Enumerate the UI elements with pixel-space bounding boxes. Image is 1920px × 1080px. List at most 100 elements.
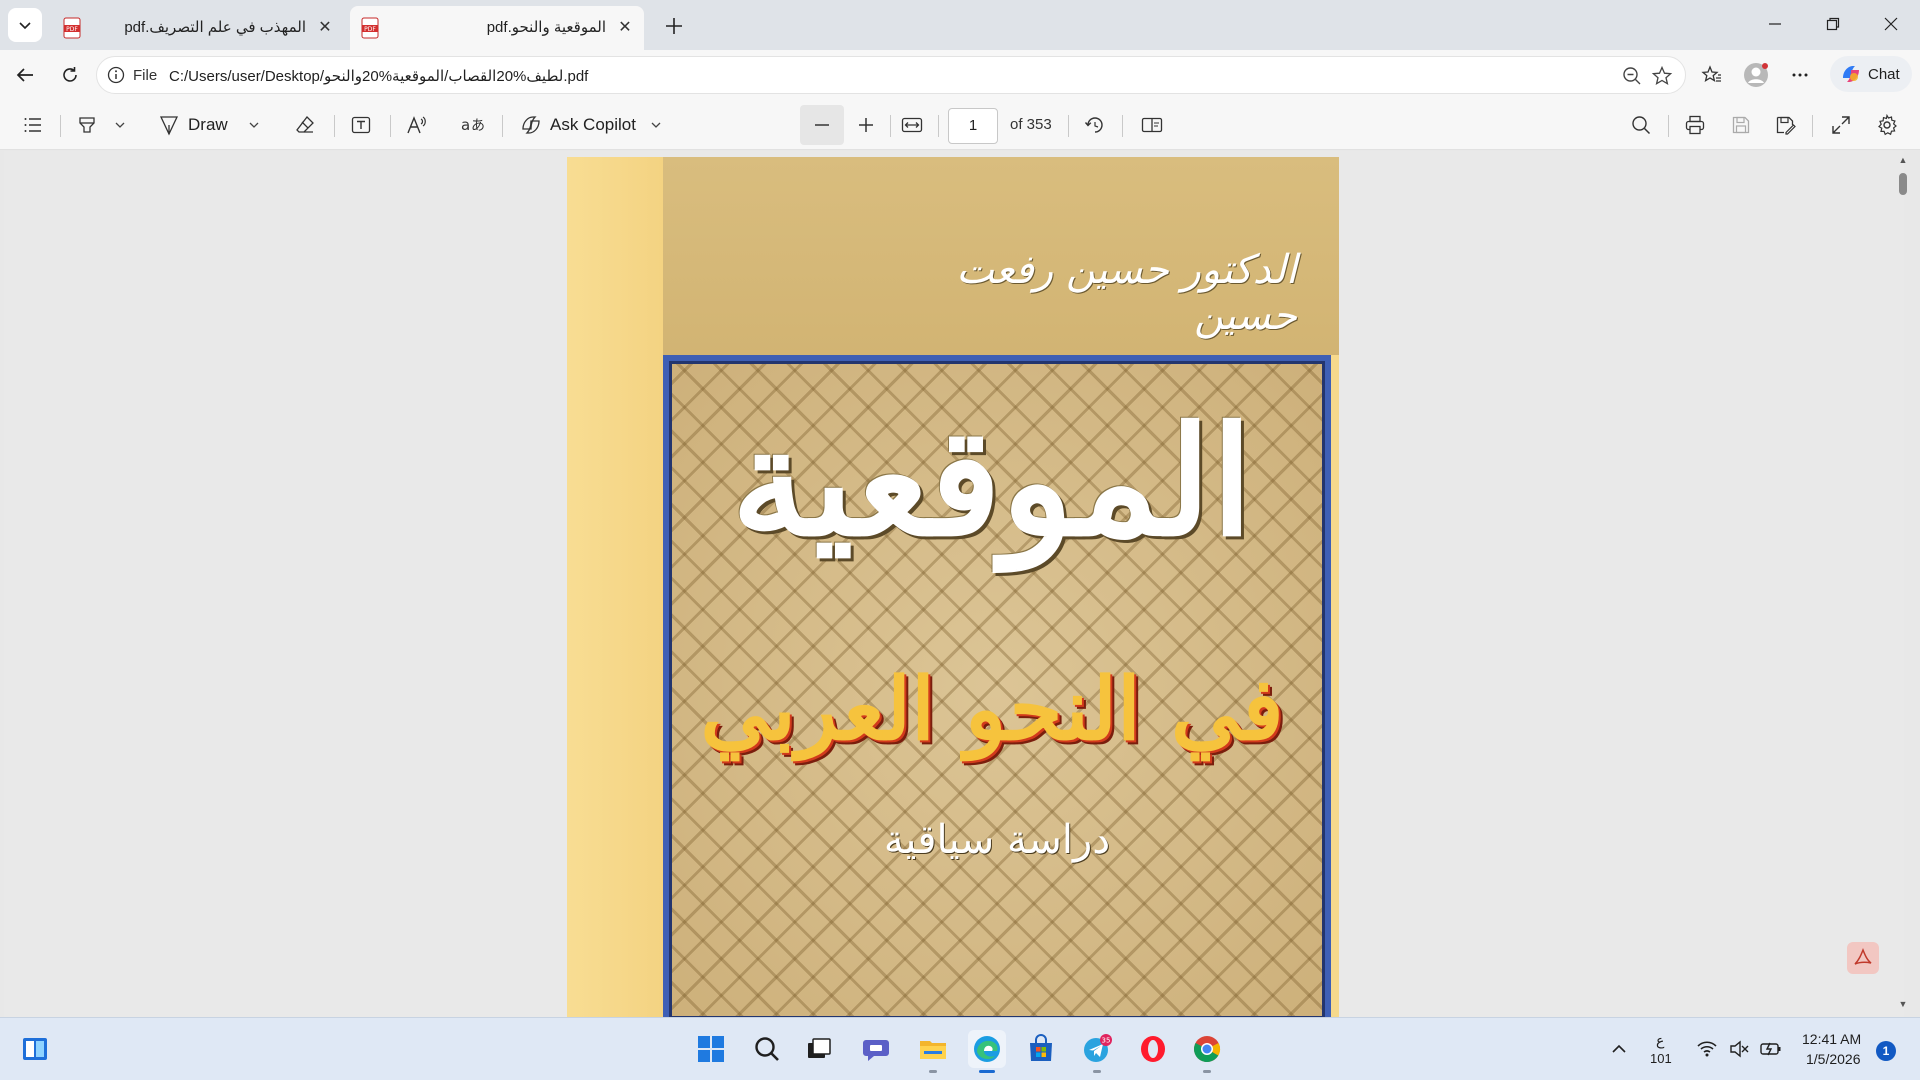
fullscreen-button[interactable] bbox=[1830, 111, 1852, 139]
toolbar-divider bbox=[1068, 115, 1069, 137]
pdf-viewer[interactable]: الدكتور حسين رفعت حسين الموقعية في النحو… bbox=[4, 151, 1904, 1017]
settings-button[interactable] bbox=[1876, 111, 1898, 139]
contents-button[interactable] bbox=[22, 111, 44, 139]
tab-title: الموقعية والنحو.pdf bbox=[486, 19, 606, 36]
notification-badge[interactable]: 1 bbox=[1876, 1041, 1896, 1061]
tab-2[interactable]: PDF الموقعية والنحو.pdf ✕ bbox=[350, 6, 644, 50]
draw-button[interactable]: Draw bbox=[158, 111, 260, 139]
scroll-down-arrow-icon[interactable]: ▼ bbox=[1898, 999, 1908, 1009]
edge-browser-icon bbox=[974, 1036, 1000, 1062]
teams-chat-icon bbox=[863, 1040, 889, 1061]
highlight-button[interactable] bbox=[76, 111, 126, 139]
add-text-button[interactable] bbox=[350, 111, 372, 139]
telegram-button[interactable]: 35 bbox=[1078, 1030, 1116, 1068]
edge-button[interactable] bbox=[968, 1030, 1006, 1068]
favorites-button[interactable] bbox=[1696, 59, 1728, 91]
chevron-up-icon bbox=[1612, 1044, 1626, 1053]
clock-time[interactable]: 12:41 AM bbox=[1802, 1031, 1861, 1047]
file-explorer-button[interactable] bbox=[914, 1030, 952, 1068]
ask-copilot-button[interactable]: Ask Copilot bbox=[520, 111, 662, 139]
opera-button[interactable] bbox=[1134, 1030, 1172, 1068]
widgets-icon bbox=[23, 1038, 47, 1060]
profile-button[interactable] bbox=[1740, 59, 1772, 91]
favorite-star-icon[interactable] bbox=[1651, 65, 1673, 87]
telegram-badge-count: 35 bbox=[1102, 1037, 1111, 1045]
acrobat-icon bbox=[1854, 947, 1872, 965]
vertical-scrollbar[interactable]: ▲ ▼ bbox=[1896, 151, 1910, 1017]
folder-icon bbox=[920, 1041, 946, 1059]
erase-button[interactable] bbox=[294, 111, 316, 139]
svg-text:あ: あ bbox=[471, 118, 484, 134]
refresh-button[interactable] bbox=[54, 59, 86, 91]
text-box-icon bbox=[351, 116, 371, 134]
tab-actions-menu-button[interactable] bbox=[8, 8, 42, 42]
search-button[interactable] bbox=[748, 1030, 786, 1068]
find-button[interactable] bbox=[1630, 111, 1652, 139]
show-hidden-icons-button[interactable] bbox=[1600, 1030, 1638, 1068]
cover-spine bbox=[567, 157, 663, 1017]
read-aloud-button[interactable] bbox=[406, 111, 428, 139]
pdf-icon: PDF bbox=[361, 17, 379, 39]
page-view-button[interactable] bbox=[1140, 111, 1164, 139]
table-of-contents-icon bbox=[24, 118, 41, 132]
navigation-bar: File C:/Users/user/Desktop/لطيف%20القصاب… bbox=[0, 50, 1920, 100]
fit-to-width-button[interactable] bbox=[900, 111, 924, 139]
start-button[interactable] bbox=[692, 1030, 730, 1068]
print-button[interactable] bbox=[1684, 111, 1706, 139]
minimize-button[interactable] bbox=[1752, 8, 1798, 40]
pdf-toolbar: Draw aあ Ask Copilot 1 of 353 bbox=[0, 100, 1920, 150]
avatar bbox=[1744, 63, 1768, 87]
tab-1[interactable]: PDF المهذب في علم التصريف.pdf ✕ bbox=[52, 6, 344, 50]
svg-text:PDF: PDF bbox=[364, 26, 376, 33]
copilot-icon bbox=[1843, 66, 1859, 82]
close-icon[interactable]: ✕ bbox=[616, 18, 634, 36]
chevron-down-icon[interactable] bbox=[248, 119, 260, 131]
more-menu-button[interactable] bbox=[1784, 59, 1816, 91]
draw-pen-icon bbox=[159, 116, 179, 136]
restore-button[interactable] bbox=[1810, 8, 1856, 40]
copilot-chat-button[interactable]: Chat bbox=[1830, 56, 1912, 92]
keyboard-language[interactable]: ع bbox=[1656, 1032, 1664, 1049]
zoom-in-button[interactable] bbox=[856, 111, 876, 139]
rotate-button[interactable] bbox=[1084, 111, 1106, 139]
zoom-out-icon-wrap[interactable] bbox=[812, 111, 832, 139]
save-button[interactable] bbox=[1730, 111, 1752, 139]
volume-muted-icon bbox=[1730, 1040, 1749, 1058]
svg-text:a: a bbox=[461, 116, 470, 134]
close-icon[interactable]: ✕ bbox=[316, 18, 334, 36]
widgets-button[interactable] bbox=[16, 1030, 54, 1068]
toolbar-divider bbox=[60, 115, 61, 137]
plus-icon bbox=[666, 18, 682, 34]
new-tab-button[interactable] bbox=[660, 12, 688, 40]
clock-date[interactable]: 1/5/2026 bbox=[1806, 1051, 1861, 1067]
chrome-button[interactable] bbox=[1188, 1030, 1226, 1068]
url-text[interactable]: C:/Users/user/Desktop/لطيف%20القصاب/المو… bbox=[169, 67, 588, 85]
address-bar[interactable]: File C:/Users/user/Desktop/لطيف%20القصاب… bbox=[96, 56, 1686, 94]
ask-copilot-label: Ask Copilot bbox=[550, 115, 636, 134]
translate-button[interactable]: aあ bbox=[460, 111, 484, 139]
acrobat-button[interactable] bbox=[1847, 942, 1879, 974]
keyboard-layout-code[interactable]: 101 bbox=[1650, 1051, 1672, 1066]
chevron-down-icon[interactable] bbox=[650, 119, 662, 131]
toolbar-divider bbox=[390, 115, 391, 137]
info-icon[interactable] bbox=[107, 66, 125, 84]
battery-button[interactable] bbox=[1752, 1030, 1790, 1068]
chrome-browser-icon bbox=[1194, 1036, 1221, 1063]
save-as-icon bbox=[1776, 116, 1796, 135]
scroll-up-arrow-icon[interactable]: ▲ bbox=[1898, 155, 1908, 165]
page-number-input[interactable]: 1 bbox=[948, 108, 998, 144]
save-as-button[interactable] bbox=[1774, 111, 1796, 139]
teams-chat-button[interactable] bbox=[858, 1030, 896, 1068]
store-button[interactable] bbox=[1022, 1030, 1060, 1068]
favorites-icon bbox=[1701, 65, 1721, 82]
plus-icon bbox=[859, 118, 873, 132]
read-aloud-icon bbox=[407, 116, 426, 134]
chevron-down-icon bbox=[19, 22, 31, 30]
zoom-out-icon[interactable] bbox=[1621, 65, 1643, 87]
task-view-button[interactable] bbox=[800, 1030, 838, 1068]
back-button[interactable] bbox=[9, 59, 41, 91]
wifi-icon bbox=[1697, 1041, 1717, 1057]
scroll-thumb[interactable] bbox=[1899, 173, 1907, 195]
close-window-button[interactable] bbox=[1868, 8, 1914, 40]
chevron-down-icon[interactable] bbox=[114, 119, 126, 131]
